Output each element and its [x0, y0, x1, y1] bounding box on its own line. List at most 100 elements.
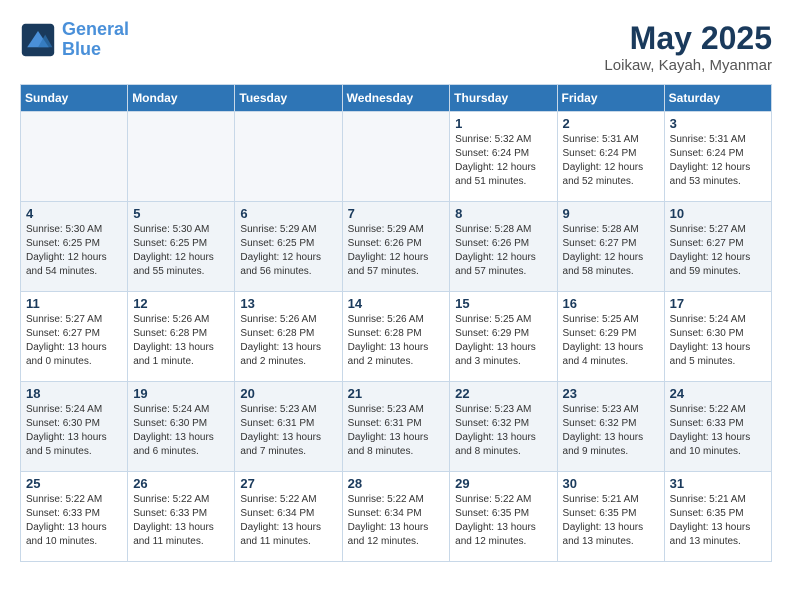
day-info: Sunrise: 5:22 AMSunset: 6:34 PMDaylight:…	[348, 493, 445, 549]
day-info: Sunrise: 5:28 AMSunset: 6:26 PMDaylight:…	[455, 223, 551, 279]
page-header: General Blue May 2025 Loikaw, Kayah, Mya…	[20, 20, 772, 74]
calendar-cell: 24Sunrise: 5:22 AMSunset: 6:33 PMDayligh…	[664, 382, 771, 472]
day-info: Sunrise: 5:29 AMSunset: 6:25 PMDaylight:…	[240, 223, 336, 279]
calendar-cell: 25 Sunrise: 5:22 AMSunset: 6:33 PMDayligh…	[21, 472, 128, 562]
day-number: 22	[455, 386, 551, 401]
day-info: Sunrise: 5:27 AMSunset: 6:27 PMDaylight:…	[670, 223, 766, 279]
day-number: 3	[670, 116, 766, 131]
day-number: 20	[240, 386, 336, 401]
calendar-cell: 8 Sunrise: 5:28 AMSunset: 6:26 PMDaylight…	[450, 202, 557, 292]
day-info: Sunrise: 5:29 AMSunset: 6:26 PMDaylight:…	[348, 223, 445, 279]
calendar-cell: 7 Sunrise: 5:29 AMSunset: 6:26 PMDaylight…	[342, 202, 450, 292]
calendar-cell: 12 Sunrise: 5:26 AMSunset: 6:28 PMDayligh…	[128, 292, 235, 382]
calendar-cell: 2 Sunrise: 5:31 AMSunset: 6:24 PMDaylight…	[557, 112, 664, 202]
calendar-cell: 30Sunrise: 5:21 AMSunset: 6:35 PMDayligh…	[557, 472, 664, 562]
calendar-cell: 21Sunrise: 5:23 AMSunset: 6:31 PMDayligh…	[342, 382, 450, 472]
week-row-0: 1Sunrise: 5:32 AMSunset: 6:24 PMDaylight…	[21, 112, 772, 202]
logo-line1: General	[62, 19, 129, 39]
calendar-cell: 9Sunrise: 5:28 AMSunset: 6:27 PMDaylight…	[557, 202, 664, 292]
day-info: Sunrise: 5:30 AMSunset: 6:25 PMDaylight:…	[26, 223, 122, 279]
day-number: 8	[455, 206, 551, 221]
day-number: 14	[348, 296, 445, 311]
day-number: 1	[455, 116, 551, 131]
weekday-wednesday: Wednesday	[342, 85, 450, 112]
day-number: 18	[26, 386, 122, 401]
calendar-cell: 4 Sunrise: 5:30 AMSunset: 6:25 PMDaylight…	[21, 202, 128, 292]
day-number: 7	[348, 206, 445, 221]
day-number: 4	[26, 206, 122, 221]
calendar: SundayMondayTuesdayWednesdayThursdayFrid…	[20, 84, 772, 562]
month-title: May 2025	[604, 20, 772, 57]
day-number: 13	[240, 296, 336, 311]
calendar-cell: 27Sunrise: 5:22 AMSunset: 6:34 PMDayligh…	[235, 472, 342, 562]
day-info: Sunrise: 5:23 AMSunset: 6:31 PMDaylight:…	[348, 403, 445, 459]
day-info: Sunrise: 5:31 AMSunset: 6:24 PMDaylight:…	[670, 133, 766, 189]
day-info: Sunrise: 5:23 AMSunset: 6:32 PMDaylight:…	[563, 403, 659, 459]
day-number: 16	[563, 296, 659, 311]
day-number: 15	[455, 296, 551, 311]
day-info: Sunrise: 5:24 AMSunset: 6:30 PMDaylight:…	[670, 313, 766, 369]
day-info: Sunrise: 5:22 AMSunset: 6:35 PMDaylight:…	[455, 493, 551, 549]
day-number: 24	[670, 386, 766, 401]
day-number: 26	[133, 476, 229, 491]
calendar-cell: 28Sunrise: 5:22 AMSunset: 6:34 PMDayligh…	[342, 472, 450, 562]
calendar-cell: 6 Sunrise: 5:29 AMSunset: 6:25 PMDaylight…	[235, 202, 342, 292]
day-number: 29	[455, 476, 551, 491]
day-number: 30	[563, 476, 659, 491]
day-info: Sunrise: 5:21 AMSunset: 6:35 PMDaylight:…	[670, 493, 766, 549]
week-row-3: 18 Sunrise: 5:24 AMSunset: 6:30 PMDayligh…	[21, 382, 772, 472]
calendar-cell: 19 Sunrise: 5:24 AMSunset: 6:30 PMDayligh…	[128, 382, 235, 472]
day-info: Sunrise: 5:25 AMSunset: 6:29 PMDaylight:…	[563, 313, 659, 369]
day-info: Sunrise: 5:26 AMSunset: 6:28 PMDaylight:…	[133, 313, 229, 369]
calendar-cell: 29 Sunrise: 5:22 AMSunset: 6:35 PMDayligh…	[450, 472, 557, 562]
weekday-friday: Friday	[557, 85, 664, 112]
logo-line2: Blue	[62, 39, 101, 59]
weekday-sunday: Sunday	[21, 85, 128, 112]
day-info: Sunrise: 5:24 AMSunset: 6:30 PMDaylight:…	[133, 403, 229, 459]
day-number: 19	[133, 386, 229, 401]
day-number: 11	[26, 296, 122, 311]
day-info: Sunrise: 5:31 AMSunset: 6:24 PMDaylight:…	[563, 133, 659, 189]
day-info: Sunrise: 5:27 AMSunset: 6:27 PMDaylight:…	[26, 313, 122, 369]
week-row-4: 25 Sunrise: 5:22 AMSunset: 6:33 PMDayligh…	[21, 472, 772, 562]
weekday-thursday: Thursday	[450, 85, 557, 112]
calendar-cell	[128, 112, 235, 202]
day-number: 31	[670, 476, 766, 491]
calendar-cell: 23 Sunrise: 5:23 AMSunset: 6:32 PMDayligh…	[557, 382, 664, 472]
day-info: Sunrise: 5:23 AMSunset: 6:32 PMDaylight:…	[455, 403, 551, 459]
day-number: 9	[563, 206, 659, 221]
day-info: Sunrise: 5:22 AMSunset: 6:33 PMDaylight:…	[26, 493, 122, 549]
day-info: Sunrise: 5:23 AMSunset: 6:31 PMDaylight:…	[240, 403, 336, 459]
day-number: 12	[133, 296, 229, 311]
calendar-cell: 26Sunrise: 5:22 AMSunset: 6:33 PMDayligh…	[128, 472, 235, 562]
calendar-cell: 10Sunrise: 5:27 AMSunset: 6:27 PMDayligh…	[664, 202, 771, 292]
day-info: Sunrise: 5:24 AMSunset: 6:30 PMDaylight:…	[26, 403, 122, 459]
weekday-saturday: Saturday	[664, 85, 771, 112]
day-number: 23	[563, 386, 659, 401]
calendar-cell: 14 Sunrise: 5:26 AMSunset: 6:28 PMDayligh…	[342, 292, 450, 382]
logo: General Blue	[20, 20, 129, 60]
day-info: Sunrise: 5:26 AMSunset: 6:28 PMDaylight:…	[240, 313, 336, 369]
week-row-1: 4 Sunrise: 5:30 AMSunset: 6:25 PMDaylight…	[21, 202, 772, 292]
day-number: 6	[240, 206, 336, 221]
day-number: 2	[563, 116, 659, 131]
logo-icon	[20, 22, 56, 58]
calendar-cell	[21, 112, 128, 202]
calendar-cell: 31 Sunrise: 5:21 AMSunset: 6:35 PMDayligh…	[664, 472, 771, 562]
weekday-monday: Monday	[128, 85, 235, 112]
calendar-cell: 13 Sunrise: 5:26 AMSunset: 6:28 PMDayligh…	[235, 292, 342, 382]
day-info: Sunrise: 5:26 AMSunset: 6:28 PMDaylight:…	[348, 313, 445, 369]
calendar-cell: 3 Sunrise: 5:31 AMSunset: 6:24 PMDaylight…	[664, 112, 771, 202]
location: Loikaw, Kayah, Myanmar	[604, 57, 772, 74]
title-block: May 2025 Loikaw, Kayah, Myanmar	[604, 20, 772, 74]
day-info: Sunrise: 5:22 AMSunset: 6:34 PMDaylight:…	[240, 493, 336, 549]
calendar-cell: 11 Sunrise: 5:27 AMSunset: 6:27 PMDayligh…	[21, 292, 128, 382]
calendar-cell: 18 Sunrise: 5:24 AMSunset: 6:30 PMDayligh…	[21, 382, 128, 472]
week-row-2: 11 Sunrise: 5:27 AMSunset: 6:27 PMDayligh…	[21, 292, 772, 382]
day-number: 25	[26, 476, 122, 491]
calendar-cell: 5Sunrise: 5:30 AMSunset: 6:25 PMDaylight…	[128, 202, 235, 292]
day-number: 17	[670, 296, 766, 311]
day-info: Sunrise: 5:25 AMSunset: 6:29 PMDaylight:…	[455, 313, 551, 369]
weekday-header-row: SundayMondayTuesdayWednesdayThursdayFrid…	[21, 85, 772, 112]
calendar-cell: 17 Sunrise: 5:24 AMSunset: 6:30 PMDayligh…	[664, 292, 771, 382]
